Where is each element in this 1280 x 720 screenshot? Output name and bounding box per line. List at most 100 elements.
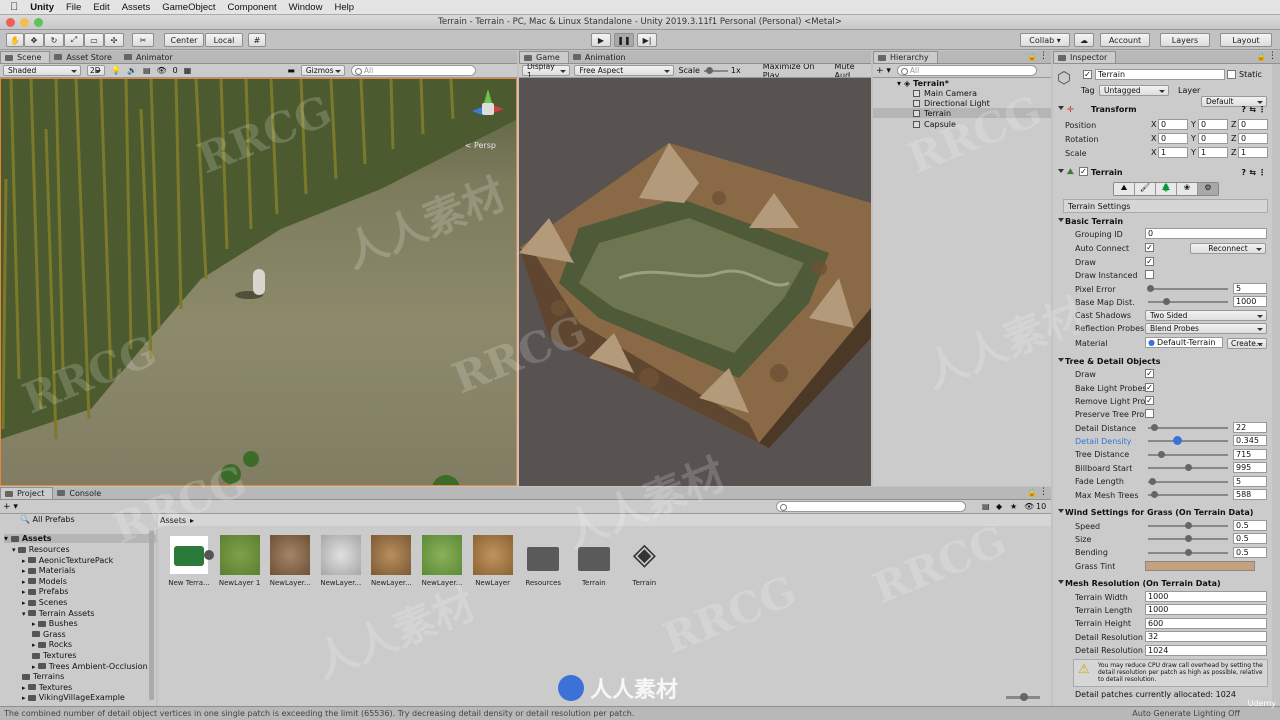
- size-input[interactable]: 0.5: [1233, 533, 1267, 545]
- project-folder-item[interactable]: ▸ Bushes: [32, 619, 78, 628]
- filter-label-icon[interactable]: ◆: [996, 502, 1002, 511]
- lighting-toggle-icon[interactable]: 💡: [111, 66, 121, 75]
- base-map-knob[interactable]: [1163, 298, 1170, 305]
- project-folder-item[interactable]: ▾ Terrain Assets: [22, 609, 94, 618]
- hidden-packages-icon[interactable]: 👁: [1024, 502, 1034, 511]
- project-tree-scrollbar[interactable]: [149, 530, 154, 700]
- hierarchy-item-terrain[interactable]: Terrain: [873, 108, 1051, 118]
- status-message[interactable]: The combined number of detail object ver…: [4, 709, 634, 718]
- draw-checkbox[interactable]: ✓: [1145, 257, 1154, 266]
- detail-density-slider[interactable]: [1148, 440, 1228, 443]
- remove-light-probe-checkbox[interactable]: ✓: [1145, 396, 1154, 405]
- transform-menu-icon[interactable]: ⋮: [1258, 105, 1266, 114]
- pixel-error-input[interactable]: 5: [1233, 283, 1267, 294]
- move-tool-button[interactable]: ✥: [24, 33, 44, 47]
- asset-item-newlayer[interactable]: NewLayer...: [318, 535, 364, 587]
- terrain-settings-icon[interactable]: ⇆: [1249, 168, 1256, 177]
- asset-item-newlayer-1[interactable]: NewLayer 1: [217, 535, 263, 587]
- grid-snap-button[interactable]: #: [248, 33, 266, 47]
- project-folder-item[interactable]: ▸ AeonicTexturePack: [22, 556, 113, 565]
- pause-button[interactable]: ❚❚: [614, 33, 634, 47]
- cast-shadows-dropdown[interactable]: Two Sided: [1145, 309, 1267, 321]
- asset-item-newlayer[interactable]: NewLayer: [470, 535, 516, 587]
- bending-knob[interactable]: [1185, 548, 1192, 556]
- terrain-width-input[interactable]: 1000: [1145, 591, 1267, 602]
- project-folder-item[interactable]: ▾ Resources: [12, 545, 70, 554]
- transform-y-input[interactable]: 0: [1198, 133, 1228, 144]
- folder-expand-icon[interactable]: ▸: [22, 567, 28, 575]
- folder-expand-icon[interactable]: ▸: [22, 557, 28, 565]
- project-folder-item[interactable]: Terrains: [22, 672, 64, 681]
- rotate-tool-button[interactable]: ↻: [44, 33, 64, 47]
- rect-tool-button[interactable]: ▭: [84, 33, 104, 47]
- menu-edit[interactable]: Edit: [93, 2, 109, 13]
- max-mesh-trees-knob[interactable]: [1151, 491, 1158, 498]
- auto-connect-checkbox[interactable]: ✓: [1145, 243, 1154, 252]
- tab-asset-store[interactable]: Asset Store: [50, 51, 120, 63]
- mute-audio-toggle[interactable]: Mute Aud: [835, 64, 871, 77]
- project-search-input[interactable]: [776, 501, 966, 512]
- tab-animator[interactable]: Animator: [120, 51, 181, 63]
- effects-toggle-icon[interactable]: ▤: [143, 66, 151, 75]
- terrain-height-input[interactable]: 600: [1145, 617, 1267, 629]
- transform-x-input[interactable]: 0: [1158, 133, 1188, 144]
- folder-expand-icon[interactable]: ▾: [12, 546, 18, 554]
- asset-item-new-terra[interactable]: New Terra...: [166, 535, 214, 587]
- project-folder-item[interactable]: ▸ Textures: [22, 683, 72, 692]
- menu-file[interactable]: File: [66, 2, 81, 13]
- collab-button[interactable]: Collab ▾: [1020, 33, 1070, 47]
- grass-tint-swatch[interactable]: [1145, 561, 1255, 571]
- apple-icon[interactable]: : [10, 1, 18, 13]
- menu-component[interactable]: Component: [228, 2, 277, 13]
- detail-density-knob[interactable]: [1173, 436, 1182, 446]
- reconnect-button[interactable]: Reconnect: [1190, 242, 1266, 254]
- pixel-error-slider[interactable]: [1148, 288, 1228, 290]
- draw-instanced-checkbox[interactable]: [1145, 270, 1154, 279]
- tab-hierarchy[interactable]: Hierarchy: [873, 51, 938, 63]
- tab-animation[interactable]: Animation: [569, 51, 634, 63]
- max-mesh-trees-input[interactable]: 588: [1233, 489, 1267, 500]
- pivot-center-button[interactable]: Center: [164, 33, 204, 47]
- menu-window[interactable]: Window: [289, 2, 323, 13]
- folder-expand-icon[interactable]: ▸: [22, 684, 28, 692]
- tab-scene[interactable]: Scene: [0, 51, 51, 63]
- breadcrumb-label[interactable]: Assets: [160, 516, 186, 525]
- create-material-button[interactable]: Create...: [1227, 337, 1267, 349]
- inspector-menu-icon[interactable]: ⋮: [1268, 51, 1277, 61]
- project-lock-icon[interactable]: 🔒: [1027, 488, 1037, 497]
- transform-x-input[interactable]: 0: [1158, 119, 1188, 130]
- favorites-star-icon[interactable]: ★: [1010, 502, 1017, 511]
- scene-expand-icon[interactable]: ▾: [897, 79, 901, 88]
- project-create-button[interactable]: + ▾: [3, 502, 18, 512]
- persp-label[interactable]: < Persp: [465, 141, 496, 150]
- terrain-section-header[interactable]: ⛰ ✓ Terrain? ⇆ ⋮: [1055, 166, 1270, 178]
- folder-expand-icon[interactable]: ▸: [22, 599, 28, 607]
- transform-z-input[interactable]: 0: [1238, 119, 1268, 130]
- project-folder-item[interactable]: ▸ Rocks: [32, 640, 72, 649]
- raise-terrain-tool-icon[interactable]: ⛰: [1114, 183, 1135, 195]
- detail-resolution-input[interactable]: 1024: [1145, 644, 1267, 656]
- folder-expand-icon[interactable]: ▸: [22, 588, 28, 596]
- tree-distance-knob[interactable]: [1158, 450, 1165, 458]
- favorites-all-prefabs[interactable]: 🔍 All Prefabs: [20, 515, 75, 524]
- folder-expand-icon[interactable]: ▾: [22, 610, 28, 618]
- asset-item-newlayer[interactable]: NewLayer...: [419, 535, 465, 587]
- project-folder-item[interactable]: Textures: [32, 651, 76, 660]
- asset-item-terrain[interactable]: Terrain: [571, 535, 617, 587]
- terrain-enabled-checkbox[interactable]: ✓: [1079, 167, 1088, 176]
- inspector-lock-icon[interactable]: 🔒: [1256, 52, 1266, 61]
- gizmos-dropdown[interactable]: Gizmos: [300, 65, 345, 76]
- transform-z-input[interactable]: 0: [1238, 133, 1268, 144]
- inspector-scrollbar[interactable]: [1272, 64, 1280, 706]
- menu-assets[interactable]: Assets: [122, 2, 151, 13]
- create-object-button[interactable]: + ▾: [876, 66, 891, 76]
- tab-inspector[interactable]: Inspector: [1053, 51, 1117, 63]
- camera-settings-icon[interactable]: ▬: [287, 66, 295, 75]
- tree-detail-header[interactable]: Tree & Detail Objects: [1055, 355, 1270, 367]
- detail-density-input[interactable]: 0.345: [1233, 435, 1267, 447]
- assets-root-folder[interactable]: ▾ Assets: [4, 534, 156, 543]
- menu-app-name[interactable]: Unity: [30, 2, 54, 13]
- fade-length-slider[interactable]: [1148, 480, 1228, 483]
- folder-expand-icon[interactable]: ▸: [32, 663, 38, 671]
- grid-toggle-icon[interactable]: ▦: [184, 66, 192, 75]
